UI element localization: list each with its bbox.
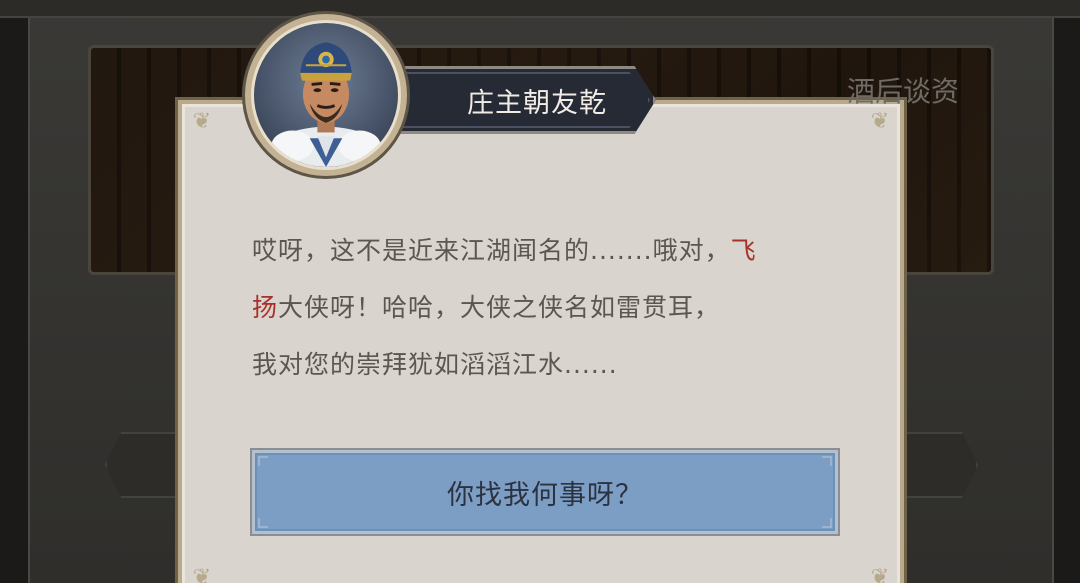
speaker-name: 庄主朝友乾	[467, 87, 607, 119]
reply-option-button[interactable]: 你找我何事呀？	[252, 450, 838, 534]
scene-title: 酒后谈资	[846, 75, 959, 108]
corner-ornament-icon: ❦	[870, 109, 890, 134]
dialog-text: 哎呀，这不是近来江湖闻名的.......哦对，飞 扬大侠呀！哈哈，大侠之侠名如雷…	[252, 222, 842, 393]
background-top-bar	[0, 0, 1080, 18]
hero-name-part-2: 扬	[252, 293, 279, 322]
button-corner	[822, 456, 832, 466]
button-corner	[822, 518, 832, 528]
corner-ornament-icon: ❦	[870, 565, 890, 583]
dialog-line-2: 大侠呀！哈哈，大侠之侠名如雷贯耳，	[278, 293, 721, 322]
reply-option-label: 你找我何事呀？	[447, 479, 643, 511]
corner-ornament-icon: ❦	[192, 109, 212, 134]
speaker-portrait	[245, 14, 407, 176]
character-portrait-icon	[251, 20, 401, 170]
button-corner	[258, 456, 268, 466]
dialog-line-1: 哎呀，这不是近来江湖闻名的.......哦对，	[252, 236, 731, 265]
dialog-box: ❦ ❦ ❦ ❦ 哎呀，这不是近来江湖闻名的.......哦对，飞 扬大侠呀！哈哈…	[178, 100, 904, 583]
dialog-line-3: 我对您的崇拜犹如滔滔江水......	[252, 350, 618, 379]
button-corner	[258, 518, 268, 528]
speaker-name-plate: 庄主朝友乾	[388, 66, 656, 134]
hero-name-part-1: 飞	[730, 236, 757, 265]
corner-ornament-icon: ❦	[192, 565, 212, 583]
